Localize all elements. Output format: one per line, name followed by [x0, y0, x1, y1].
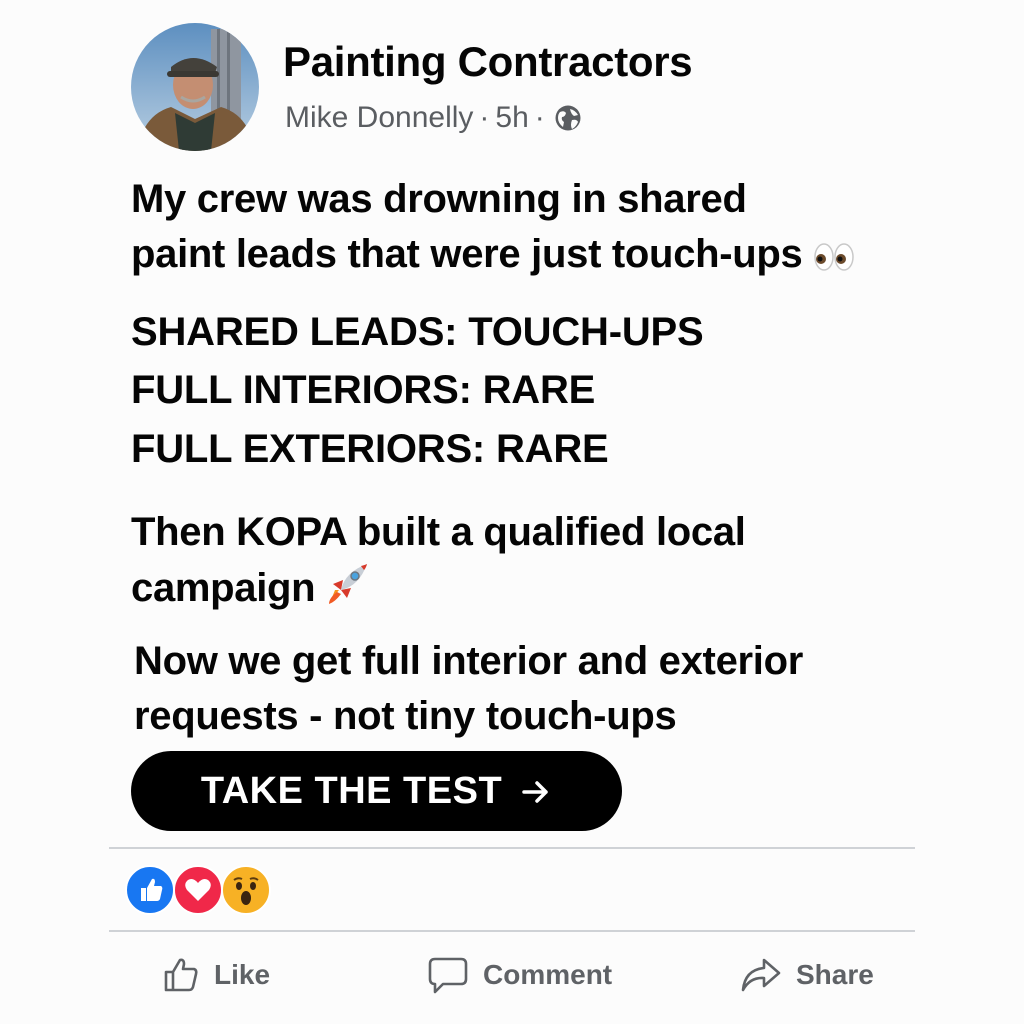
post-text-turn: Then KOPA built a qualified local campai… [131, 505, 931, 621]
share-label: Share [796, 959, 874, 990]
like-button[interactable]: Like [162, 950, 270, 1000]
stat-line: FULL EXTERIORS: RARE [131, 427, 609, 471]
rocket-emoji [325, 560, 371, 621]
post-line: My crew was drowning in shared [131, 177, 747, 221]
post-line: campaign [131, 566, 316, 610]
globe-icon [553, 103, 583, 133]
group-name[interactable]: Painting Contractors [283, 38, 693, 86]
reaction-summary[interactable] [125, 865, 275, 915]
divider [109, 847, 915, 849]
stat-line: FULL INTERIORS: RARE [131, 368, 596, 412]
post-line-with-emoji: campaign [131, 560, 931, 621]
comment-button[interactable]: Comment [427, 950, 612, 1000]
thumbs-up-icon [162, 956, 200, 994]
meta-separator: · [479, 101, 490, 134]
post-meta: Mike Donnelly · 5h · [285, 98, 583, 138]
avatar[interactable] [131, 23, 259, 151]
facebook-post: Painting Contractors Mike Donnelly · 5h … [0, 0, 1024, 1024]
eyes-emoji [813, 232, 855, 287]
post-line: requests - not tiny touch-ups [134, 694, 677, 738]
comment-label: Comment [483, 959, 613, 990]
comment-bubble-icon [427, 955, 469, 995]
stat-line: SHARED LEADS: TOUCH-UPS [131, 310, 704, 354]
author-name[interactable]: Mike Donnelly [285, 101, 473, 135]
post-line: Then KOPA built a qualified local [131, 510, 746, 554]
post-text-intro: My crew was drowning in shared paint lea… [131, 172, 931, 287]
share-arrow-icon [740, 956, 782, 994]
post-time[interactable]: 5h [495, 101, 528, 135]
post-line: Now we get full interior and exterior [134, 639, 803, 683]
post-line: paint leads that were just touch-ups [131, 232, 803, 276]
meta-separator: · [534, 101, 545, 134]
share-button[interactable]: Share [740, 950, 874, 1000]
divider [109, 930, 915, 932]
post-line-with-emoji: paint leads that were just touch-ups [131, 227, 931, 287]
arrow-right-icon [520, 775, 552, 807]
wow-reaction-icon [221, 865, 271, 915]
love-reaction-icon [173, 865, 223, 915]
cta-label: TAKE THE TEST [200, 769, 503, 812]
like-label: Like [214, 959, 271, 990]
take-the-test-button[interactable]: TAKE THE TEST [131, 751, 622, 831]
post-text-result: Now we get full interior and exterior re… [134, 634, 934, 744]
like-reaction-icon [125, 865, 175, 915]
